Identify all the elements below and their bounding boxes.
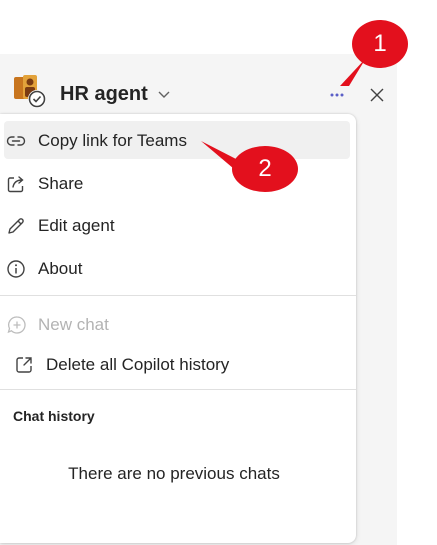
new-chat-icon bbox=[6, 315, 26, 335]
pencil-icon bbox=[6, 216, 26, 236]
menu-item-copy-link-for-teams[interactable]: Copy link for Teams bbox=[4, 121, 350, 159]
menu-item-label: Edit agent bbox=[38, 216, 115, 235]
menu-item-label: Delete all Copilot history bbox=[46, 355, 230, 374]
hr-agent-avatar-icon bbox=[12, 74, 48, 110]
empty-chat-history-message: There are no previous chats bbox=[68, 464, 280, 483]
chevron-down-icon[interactable] bbox=[157, 87, 171, 101]
menu-item-label: Copy link for Teams bbox=[38, 131, 187, 150]
menu-item-about[interactable]: About bbox=[4, 249, 350, 287]
close-icon bbox=[370, 88, 384, 102]
external-link-icon bbox=[14, 355, 34, 375]
close-button[interactable] bbox=[368, 86, 386, 104]
menu-item-delete-all-copilot-history[interactable]: Delete all Copilot history bbox=[4, 345, 350, 383]
menu-item-label: About bbox=[38, 259, 83, 278]
info-icon bbox=[6, 259, 26, 279]
share-icon bbox=[6, 174, 26, 194]
menu-divider bbox=[0, 389, 356, 390]
menu-item-share[interactable]: Share bbox=[4, 164, 350, 202]
agent-options-menu: Copy link for Teams Share Edit agent Abo… bbox=[0, 114, 356, 543]
menu-item-edit-agent[interactable]: Edit agent bbox=[4, 206, 350, 244]
callout-badge-2: 2 bbox=[232, 146, 298, 192]
more-horizontal-icon bbox=[330, 93, 344, 97]
panel-header: HR agent bbox=[0, 54, 397, 116]
chat-history-title: Chat history bbox=[13, 408, 95, 424]
menu-item-label: New chat bbox=[38, 315, 109, 334]
agent-name[interactable]: HR agent bbox=[60, 83, 148, 106]
menu-item-new-chat: New chat bbox=[4, 305, 350, 343]
callout-badge-1: 1 bbox=[352, 20, 408, 68]
link-icon bbox=[6, 131, 26, 151]
menu-divider bbox=[0, 295, 356, 296]
more-options-button[interactable] bbox=[327, 86, 347, 102]
menu-item-label: Share bbox=[38, 174, 84, 193]
